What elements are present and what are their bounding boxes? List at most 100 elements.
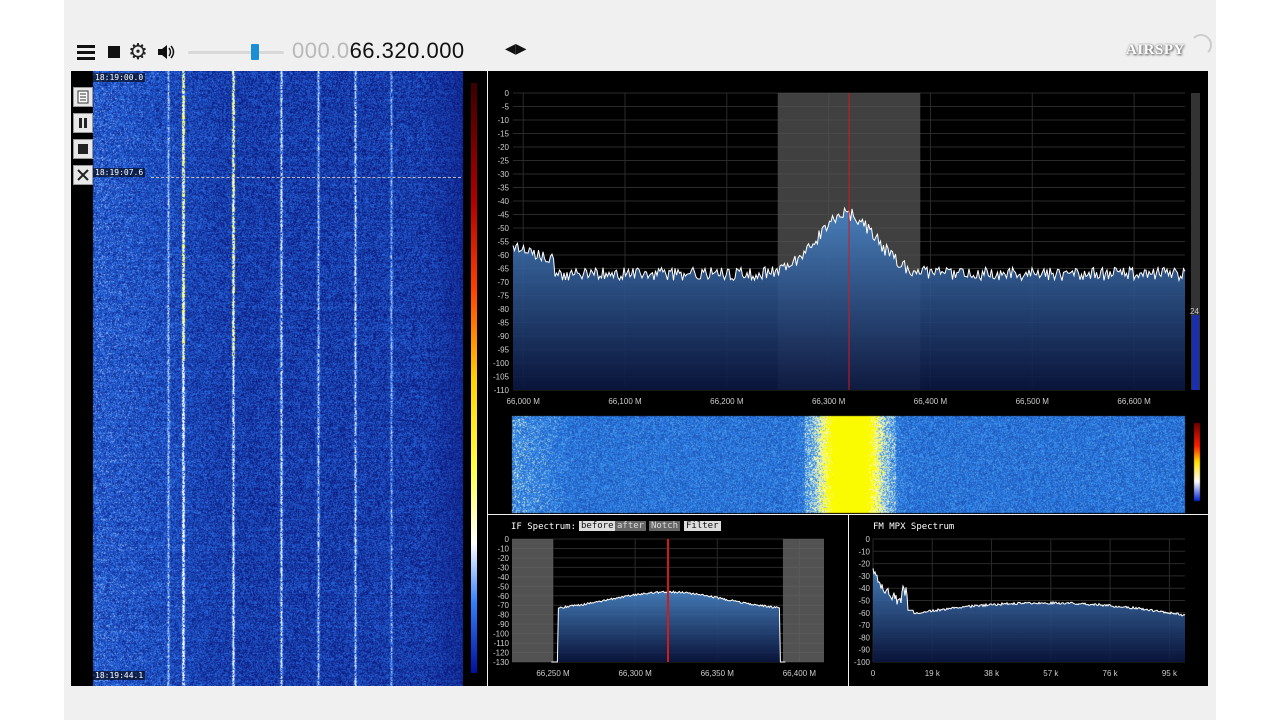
y-tick-label: -80 [497, 611, 509, 620]
marker-line [151, 177, 461, 178]
frequency-prefix: 000.0 [292, 38, 350, 63]
mpx-spectrum-chart: 0-10-20-30-40-50-60-70-80-90-1000 19 k 38 … [854, 535, 1186, 678]
x-tick-label: 66,400 M [783, 669, 817, 678]
x-tick-label: 95 k [1162, 669, 1178, 678]
waterfall-canvas [71, 71, 487, 686]
y-tick-label: -60 [858, 609, 870, 618]
y-tick-label: -5 [502, 103, 510, 112]
x-tick-label: 66,250 M [536, 669, 570, 678]
y-tick-label: -70 [497, 601, 509, 610]
y-tick-label: 0 [866, 535, 871, 544]
y-tick-label: -30 [858, 572, 870, 581]
y-tick-label: -10 [497, 116, 509, 125]
mpx-fill [873, 568, 1185, 662]
volume-track [188, 51, 284, 54]
x-tick-label: 66,600 M [1117, 397, 1151, 406]
if-spectrum-title: IF Spectrum: [511, 522, 577, 532]
y-tick-label: 0 [505, 535, 510, 544]
y-tick-label: -30 [497, 563, 509, 572]
pause-icon[interactable] [73, 113, 93, 133]
mpx-spectrum-panel[interactable]: 0 -10 -20 -30 -40 -50 -60 -70 -80 -90 -100 0 19 k 38 … [849, 515, 1208, 686]
y-tick-label: -40 [497, 573, 509, 582]
x-tick-label: 66,400 M [914, 397, 948, 406]
stopband-left [512, 539, 554, 662]
timestamp-marker: 18:19:07.6 [93, 168, 146, 177]
scale-label: 24 [1190, 307, 1199, 316]
stopband-right [782, 539, 824, 662]
x-tick-label: 38 k [984, 669, 1000, 678]
y-tick-label: -130 [493, 658, 510, 667]
x-tick-label: 66,300 M [618, 669, 652, 678]
y-tick-label: -50 [497, 582, 509, 591]
scale-bar[interactable]: 24 [1190, 93, 1200, 390]
y-tick-label: -60 [497, 592, 509, 601]
y-tick-label: -120 [493, 649, 510, 658]
mini-waterfall[interactable] [488, 415, 1208, 514]
y-tick-label: -50 [858, 597, 870, 606]
y-tick-label: -60 [497, 251, 509, 260]
volume-slider[interactable] [188, 44, 284, 60]
x-tick-label: 66,500 M [1016, 397, 1050, 406]
tools-icon[interactable] [73, 165, 93, 185]
x-tick-label: 66,100 M [608, 397, 642, 406]
y-tick-label: -25 [497, 157, 509, 166]
hamburger-menu-icon[interactable] [76, 42, 96, 62]
y-tick-label: -15 [497, 130, 509, 139]
y-tick-label: -100 [493, 630, 510, 639]
y-tick-label: -90 [858, 646, 870, 655]
y-tick-label: -10 [858, 547, 870, 556]
y-tick-label: -90 [497, 620, 509, 629]
x-tick-label: 19 k [925, 669, 941, 678]
y-tick-label: -10 [497, 544, 509, 553]
x-tick-label: 76 k [1103, 669, 1119, 678]
y-tick-label: -100 [854, 658, 871, 667]
scale-fill [1192, 315, 1199, 390]
speaker-icon[interactable] [156, 42, 176, 62]
frequency-value: 66.320.000 [349, 38, 465, 63]
main-waterfall[interactable]: 18:19:00.0 18:19:07.6 18:19:44.1 [71, 71, 487, 686]
y-tick-label: -70 [858, 621, 870, 630]
if-spectrum-panel[interactable]: 0 -10 -20 -30 -40 -50 -60 -70 -80 -90 -100 -110 -120… [488, 515, 848, 686]
y-tick-label: -100 [493, 359, 510, 368]
airspy-app: ⚙ 000.066.320.000 ◀▶ AIRSPY 18:19:00.0 1… [64, 0, 1216, 720]
y-tick-label: 0 [505, 89, 510, 98]
stop-icon[interactable] [104, 42, 124, 62]
y-tick-label: -110 [494, 386, 510, 395]
volume-thumb[interactable] [251, 44, 260, 60]
x-tick-label: 66,350 M [701, 669, 735, 678]
if-spectrum-chart: 0-10-20-30-40-50-60-70-80-90-100-110-120… [493, 535, 824, 678]
mpx-spectrum-title: FM MPX Spectrum [873, 522, 955, 532]
stop-icon[interactable] [73, 139, 93, 159]
timestamp-bottom: 18:19:44.1 [93, 671, 146, 680]
filter-button[interactable]: Filter [684, 521, 721, 531]
y-tick-label: -30 [497, 170, 509, 179]
frequency-display[interactable]: 000.066.320.000 [292, 38, 465, 64]
y-tick-label: -35 [497, 184, 509, 193]
y-tick-label: -20 [858, 560, 870, 569]
y-tick-label: -40 [497, 197, 509, 206]
timestamp-top: 18:19:00.0 [93, 73, 146, 82]
y-tick-label: -45 [497, 211, 509, 220]
x-tick-label: 0 [871, 669, 876, 678]
y-tick-label: -50 [497, 224, 509, 233]
color-palette-bar [471, 83, 477, 673]
spectrum-panel[interactable]: 0 -5 -10 -15 -20 -25 -30 -35 -40 -45 -50 -55 -60 -65 -… [488, 71, 1208, 415]
after-button[interactable]: after [615, 521, 647, 531]
y-tick-label: -75 [497, 292, 509, 301]
y-tick-label: -85 [497, 319, 509, 328]
y-tick-label: -80 [497, 305, 509, 314]
y-tick-label: -55 [497, 238, 509, 247]
x-tick-label: 57 k [1043, 669, 1059, 678]
x-tick-label: 66,000 M [507, 397, 541, 406]
left-right-arrows-icon[interactable]: ◀▶ [505, 40, 527, 57]
spectrum-chart: 0 -5 -10 -15 -20 -25 -30 -35 -40 -45 -50 -55 -60 -65 -… [493, 89, 1186, 406]
before-button[interactable]: before [579, 521, 616, 531]
y-tick-label: -95 [497, 346, 509, 355]
airspy-logo: AIRSPY [1126, 34, 1212, 59]
notch-button[interactable]: Notch [649, 521, 681, 531]
y-tick-label: -20 [497, 554, 509, 563]
y-tick-label: -80 [858, 633, 870, 642]
gear-icon[interactable]: ⚙ [128, 41, 148, 63]
x-tick-label: 66,300 M [812, 397, 846, 406]
document-icon[interactable] [73, 87, 93, 107]
